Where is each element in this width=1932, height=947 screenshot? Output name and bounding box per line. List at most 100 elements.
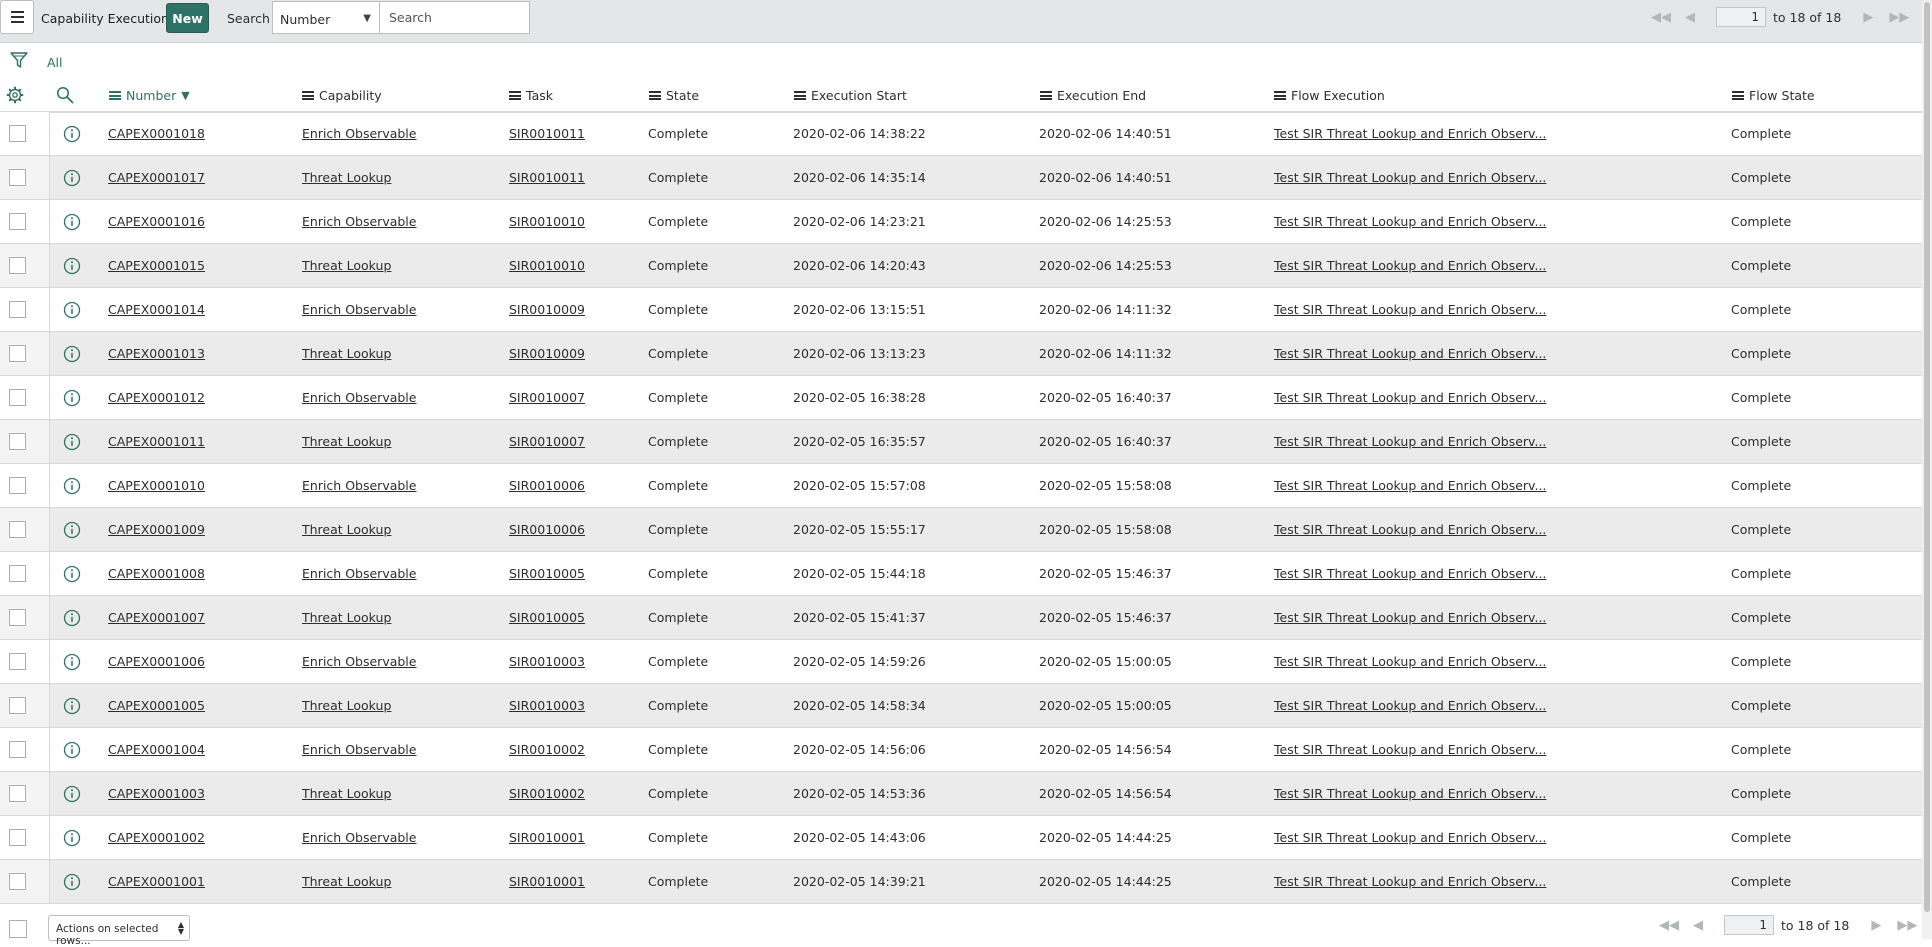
row-checkbox[interactable]	[9, 213, 26, 230]
info-icon[interactable]	[63, 609, 81, 627]
cell-task[interactable]: SIR0010005	[509, 610, 585, 625]
next-page-icon[interactable]: ▶	[1863, 10, 1873, 25]
row-checkbox[interactable]	[9, 609, 26, 626]
cell-flow-execution[interactable]: Test SIR Threat Lookup and Enrich Observ…	[1274, 346, 1546, 361]
cell-task[interactable]: SIR0010011	[509, 126, 585, 141]
cell-flow-execution[interactable]: Test SIR Threat Lookup and Enrich Observ…	[1274, 566, 1546, 581]
prev-page-icon[interactable]: ◀	[1685, 10, 1695, 25]
first-page-icon[interactable]: ◀◀	[1651, 10, 1671, 25]
cell-task[interactable]: SIR0010011	[509, 170, 585, 185]
cell-task[interactable]: SIR0010005	[509, 566, 585, 581]
cell-flow-execution[interactable]: Test SIR Threat Lookup and Enrich Observ…	[1274, 874, 1546, 889]
cell-capability[interactable]: Enrich Observable	[302, 654, 416, 669]
actions-select[interactable]: Actions on selected rows... ▲ ▼	[48, 915, 190, 947]
cell-capability[interactable]: Threat Lookup	[302, 786, 391, 801]
info-icon[interactable]	[63, 345, 81, 363]
cell-capability[interactable]: Enrich Observable	[302, 390, 416, 405]
column-header-number[interactable]: Number ▼	[109, 88, 190, 103]
column-menu-icon[interactable]	[109, 91, 121, 100]
cell-capability[interactable]: Enrich Observable	[302, 566, 416, 581]
new-button[interactable]: New	[166, 3, 209, 33]
cell-task[interactable]: SIR0010010	[509, 214, 585, 229]
cell-number[interactable]: CAPEX0001001	[108, 874, 205, 889]
cell-task[interactable]: SIR0010002	[509, 742, 585, 757]
cell-flow-execution[interactable]: Test SIR Threat Lookup and Enrich Observ…	[1274, 258, 1546, 273]
column-menu-icon[interactable]	[1040, 91, 1052, 100]
cell-capability[interactable]: Enrich Observable	[302, 830, 416, 845]
cell-flow-execution[interactable]: Test SIR Threat Lookup and Enrich Observ…	[1274, 654, 1546, 669]
scrollbar-thumb[interactable]	[1924, 2, 1930, 912]
info-icon[interactable]	[63, 433, 81, 451]
cell-task[interactable]: SIR0010007	[509, 390, 585, 405]
cell-capability[interactable]: Threat Lookup	[302, 346, 391, 361]
cell-task[interactable]: SIR0010003	[509, 654, 585, 669]
select-all-checkbox[interactable]	[9, 920, 27, 938]
cell-flow-execution[interactable]: Test SIR Threat Lookup and Enrich Observ…	[1274, 786, 1546, 801]
column-menu-icon[interactable]	[794, 91, 806, 100]
cell-flow-execution[interactable]: Test SIR Threat Lookup and Enrich Observ…	[1274, 478, 1546, 493]
column-menu-icon[interactable]	[302, 91, 314, 100]
cell-capability[interactable]: Threat Lookup	[302, 170, 391, 185]
cell-flow-execution[interactable]: Test SIR Threat Lookup and Enrich Observ…	[1274, 830, 1546, 845]
search-input[interactable]	[380, 1, 530, 34]
cell-task[interactable]: SIR0010001	[509, 874, 585, 889]
row-checkbox[interactable]	[9, 829, 26, 846]
cell-number[interactable]: CAPEX0001011	[108, 434, 205, 449]
cell-number[interactable]: CAPEX0001007	[108, 610, 205, 625]
page-number-input[interactable]: 1	[1716, 7, 1766, 27]
column-header-task[interactable]: Task	[509, 88, 553, 103]
row-checkbox[interactable]	[9, 477, 26, 494]
row-checkbox[interactable]	[9, 169, 26, 186]
cell-flow-execution[interactable]: Test SIR Threat Lookup and Enrich Observ…	[1274, 302, 1546, 317]
cell-capability[interactable]: Threat Lookup	[302, 258, 391, 273]
cell-capability[interactable]: Enrich Observable	[302, 214, 416, 229]
row-checkbox[interactable]	[9, 741, 26, 758]
cell-flow-execution[interactable]: Test SIR Threat Lookup and Enrich Observ…	[1274, 390, 1546, 405]
cell-flow-execution[interactable]: Test SIR Threat Lookup and Enrich Observ…	[1274, 522, 1546, 537]
info-icon[interactable]	[63, 653, 81, 671]
cell-task[interactable]: SIR0010009	[509, 346, 585, 361]
column-menu-icon[interactable]	[509, 91, 521, 100]
column-header-flow-execution[interactable]: Flow Execution	[1274, 88, 1385, 103]
info-icon[interactable]	[63, 477, 81, 495]
info-icon[interactable]	[63, 785, 81, 803]
cell-capability[interactable]: Threat Lookup	[302, 434, 391, 449]
column-header-execution-end[interactable]: Execution End	[1040, 88, 1146, 103]
last-page-icon[interactable]: ▶▶	[1889, 10, 1909, 25]
cell-number[interactable]: CAPEX0001018	[108, 126, 205, 141]
row-checkbox[interactable]	[9, 785, 26, 802]
cell-number[interactable]: CAPEX0001005	[108, 698, 205, 713]
cell-flow-execution[interactable]: Test SIR Threat Lookup and Enrich Observ…	[1274, 610, 1546, 625]
cell-number[interactable]: CAPEX0001003	[108, 786, 205, 801]
row-checkbox[interactable]	[9, 653, 26, 670]
info-icon[interactable]	[63, 301, 81, 319]
cell-number[interactable]: CAPEX0001002	[108, 830, 205, 845]
info-icon[interactable]	[63, 213, 81, 231]
info-icon[interactable]	[63, 169, 81, 187]
cell-flow-execution[interactable]: Test SIR Threat Lookup and Enrich Observ…	[1274, 126, 1546, 141]
first-page-icon[interactable]: ◀◀	[1659, 918, 1679, 933]
search-icon[interactable]	[56, 86, 74, 104]
cell-number[interactable]: CAPEX0001013	[108, 346, 205, 361]
cell-task[interactable]: SIR0010001	[509, 830, 585, 845]
info-icon[interactable]	[63, 697, 81, 715]
cell-task[interactable]: SIR0010010	[509, 258, 585, 273]
breadcrumb-all[interactable]: All	[47, 55, 63, 70]
vertical-scrollbar[interactable]	[1922, 0, 1932, 939]
info-icon[interactable]	[63, 873, 81, 891]
cell-flow-execution[interactable]: Test SIR Threat Lookup and Enrich Observ…	[1274, 434, 1546, 449]
column-menu-icon[interactable]	[1732, 91, 1744, 100]
cell-flow-execution[interactable]: Test SIR Threat Lookup and Enrich Observ…	[1274, 698, 1546, 713]
column-header-capability[interactable]: Capability	[302, 88, 382, 103]
cell-capability[interactable]: Threat Lookup	[302, 610, 391, 625]
cell-capability[interactable]: Threat Lookup	[302, 698, 391, 713]
cell-flow-execution[interactable]: Test SIR Threat Lookup and Enrich Observ…	[1274, 170, 1546, 185]
cell-flow-execution[interactable]: Test SIR Threat Lookup and Enrich Observ…	[1274, 214, 1546, 229]
cell-capability[interactable]: Enrich Observable	[302, 126, 416, 141]
cell-number[interactable]: CAPEX0001015	[108, 258, 205, 273]
cell-number[interactable]: CAPEX0001009	[108, 522, 205, 537]
menu-button[interactable]	[0, 0, 34, 34]
info-icon[interactable]	[63, 741, 81, 759]
next-page-icon[interactable]: ▶	[1871, 918, 1881, 933]
cell-number[interactable]: CAPEX0001017	[108, 170, 205, 185]
